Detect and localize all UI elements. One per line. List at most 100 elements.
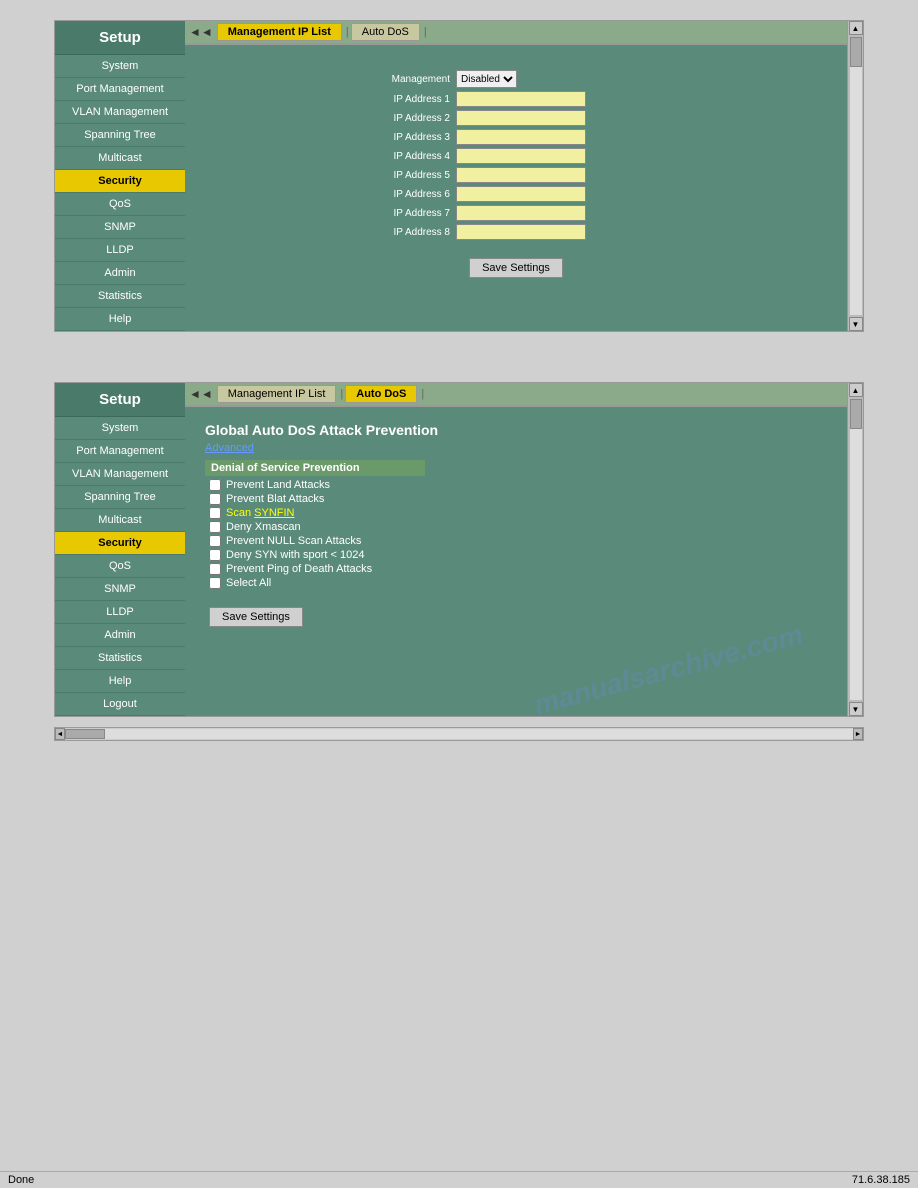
dos-checkbox-1[interactable]	[209, 493, 221, 505]
sidebar-item-admin-top[interactable]: Admin	[55, 262, 185, 285]
tab-management-ip-list[interactable]: Management IP List	[217, 23, 342, 41]
ip-input-3[interactable]	[456, 129, 586, 145]
top-scrollbar[interactable]: ▲ ▼	[847, 21, 863, 331]
dos-checkbox-7[interactable]	[209, 577, 221, 589]
scroll-down-btn-top[interactable]: ▼	[849, 317, 863, 331]
dos-item-7: Select All	[205, 577, 827, 589]
ip-row-4: IP Address 4	[356, 148, 676, 164]
dos-label-6: Prevent Ping of Death Attacks	[226, 563, 372, 575]
h-scroll-left[interactable]: ◄	[55, 728, 65, 740]
tab-management-ip-list-bot[interactable]: Management IP List	[217, 385, 337, 403]
management-select[interactable]: Disabled Enabled	[456, 70, 517, 88]
scroll-track-bot[interactable]	[850, 399, 862, 700]
bottom-tab-bar: ◄◄ Management IP List | Auto DoS |	[185, 383, 847, 407]
scroll-up-btn-bot[interactable]: ▲	[849, 383, 863, 397]
ip-input-1[interactable]	[456, 91, 586, 107]
sidebar-item-qos-top[interactable]: QoS	[55, 193, 185, 216]
h-scroll-thumb[interactable]	[65, 729, 105, 739]
ip-input-7[interactable]	[456, 205, 586, 221]
dos-checkbox-3[interactable]	[209, 521, 221, 533]
dos-save-wrapper: Save Settings	[205, 599, 827, 627]
tab-auto-dos-bot[interactable]: Auto DoS	[345, 385, 417, 403]
management-form: Management Disabled Enabled IP Address 1…	[356, 70, 676, 240]
sidebar-item-snmp-top[interactable]: SNMP	[55, 216, 185, 239]
ip-row-7: IP Address 7	[356, 205, 676, 221]
sidebar-item-lldp-top[interactable]: LLDP	[55, 239, 185, 262]
ip-row-3: IP Address 3	[356, 129, 676, 145]
nav-arrow-top[interactable]: ◄◄	[189, 25, 213, 39]
dos-checkbox-6[interactable]	[209, 563, 221, 575]
sidebar-item-help-bot[interactable]: Help	[55, 670, 185, 693]
dos-label-5: Deny SYN with sport < 1024	[226, 549, 365, 561]
tab-auto-dos-top[interactable]: Auto DoS	[351, 23, 420, 41]
ip-label-8: IP Address 8	[356, 227, 456, 238]
dos-item-0: Prevent Land Attacks	[205, 479, 827, 491]
top-save-wrapper: Save Settings	[205, 250, 827, 278]
sidebar-item-vlan-management-top[interactable]: VLAN Management	[55, 101, 185, 124]
sidebar-item-security-bot[interactable]: Security	[55, 532, 185, 555]
dos-item-2: Scan SYNFIN	[205, 507, 827, 519]
ip-row-2: IP Address 2	[356, 110, 676, 126]
scroll-thumb-bot[interactable]	[850, 399, 862, 429]
nav-arrow-bot[interactable]: ◄◄	[189, 387, 213, 401]
page-wrapper: Setup System Port Management VLAN Manage…	[0, 0, 918, 751]
top-sidebar-title: Setup	[55, 21, 185, 55]
dos-checkbox-2[interactable]	[209, 507, 221, 519]
dos-item-3: Deny Xmascan	[205, 521, 827, 533]
bottom-content-area: Global Auto DoS Attack Prevention Advanc…	[185, 407, 847, 716]
sidebar-item-multicast-top[interactable]: Multicast	[55, 147, 185, 170]
sidebar-item-statistics-top[interactable]: Statistics	[55, 285, 185, 308]
dos-checkbox-4[interactable]	[209, 535, 221, 547]
dos-title: Global Auto DoS Attack Prevention	[205, 422, 827, 438]
scroll-track-top[interactable]	[850, 37, 862, 315]
bottom-main-content: ◄◄ Management IP List | Auto DoS | Globa…	[185, 383, 847, 716]
h-scrollbar[interactable]: ◄ ►	[54, 727, 864, 741]
sidebar-item-spanning-tree-top[interactable]: Spanning Tree	[55, 124, 185, 147]
sidebar-item-logout-bot[interactable]: Logout	[55, 693, 185, 716]
panel-spacer	[0, 342, 918, 372]
dos-advanced-link[interactable]: Advanced	[205, 442, 827, 454]
ip-row-8: IP Address 8	[356, 224, 676, 240]
scroll-thumb-top[interactable]	[850, 37, 862, 67]
sidebar-item-system-top[interactable]: System	[55, 55, 185, 78]
sidebar-item-security-top[interactable]: Security	[55, 170, 185, 193]
top-tab-bar: ◄◄ Management IP List | Auto DoS |	[185, 21, 847, 45]
dos-label-1: Prevent Blat Attacks	[226, 493, 324, 505]
dos-label-2: Scan SYNFIN	[226, 507, 294, 519]
sidebar-item-vlan-management-bot[interactable]: VLAN Management	[55, 463, 185, 486]
ip-input-8[interactable]	[456, 224, 586, 240]
sidebar-item-snmp-bot[interactable]: SNMP	[55, 578, 185, 601]
h-scroll-right[interactable]: ►	[853, 728, 863, 740]
dos-checkbox-0[interactable]	[209, 479, 221, 491]
scroll-down-btn-bot[interactable]: ▼	[849, 702, 863, 716]
ip-row-6: IP Address 6	[356, 186, 676, 202]
sidebar-item-admin-bot[interactable]: Admin	[55, 624, 185, 647]
ip-row-5: IP Address 5	[356, 167, 676, 183]
status-left: Done	[8, 1174, 34, 1186]
sidebar-item-spanning-tree-bot[interactable]: Spanning Tree	[55, 486, 185, 509]
tab-sep-2: |	[424, 26, 427, 38]
dos-item-5: Deny SYN with sport < 1024	[205, 549, 827, 561]
ip-label-5: IP Address 5	[356, 170, 456, 181]
ip-input-2[interactable]	[456, 110, 586, 126]
ip-label-3: IP Address 3	[356, 132, 456, 143]
top-panel: Setup System Port Management VLAN Manage…	[54, 20, 864, 332]
dos-checkbox-5[interactable]	[209, 549, 221, 561]
sidebar-item-statistics-bot[interactable]: Statistics	[55, 647, 185, 670]
top-save-button[interactable]: Save Settings	[469, 258, 563, 278]
bottom-scrollbar[interactable]: ▲ ▼	[847, 383, 863, 716]
ip-input-6[interactable]	[456, 186, 586, 202]
dos-save-button[interactable]: Save Settings	[209, 607, 303, 627]
ip-input-5[interactable]	[456, 167, 586, 183]
sidebar-item-port-management-top[interactable]: Port Management	[55, 78, 185, 101]
sidebar-item-multicast-bot[interactable]: Multicast	[55, 509, 185, 532]
sidebar-item-system-bot[interactable]: System	[55, 417, 185, 440]
synfin-link[interactable]: SYNFIN	[254, 507, 294, 519]
sidebar-item-help-top[interactable]: Help	[55, 308, 185, 331]
sidebar-item-port-management-bot[interactable]: Port Management	[55, 440, 185, 463]
sidebar-item-qos-bot[interactable]: QoS	[55, 555, 185, 578]
scroll-up-btn-top[interactable]: ▲	[849, 21, 863, 35]
sidebar-item-lldp-bot[interactable]: LLDP	[55, 601, 185, 624]
ip-input-4[interactable]	[456, 148, 586, 164]
bottom-sidebar-title: Setup	[55, 383, 185, 417]
